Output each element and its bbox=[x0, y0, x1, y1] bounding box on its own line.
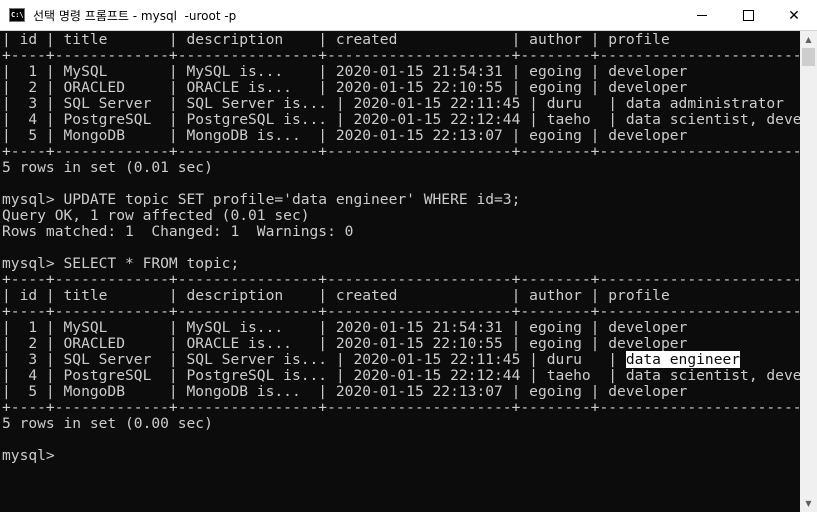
terminal-line: +----+-------------+----------------+---… bbox=[2, 143, 800, 160]
vertical-scrollbar[interactable]: ▲ ▼ bbox=[800, 31, 817, 512]
terminal-line: | 2 | ORACLED | ORACLE is... | 2020-01-1… bbox=[2, 79, 800, 96]
terminal-line: Rows matched: 1 Changed: 1 Warnings: 0 bbox=[2, 223, 354, 240]
terminal-line: | 1 | MySQL | MySQL is... | 2020-01-15 2… bbox=[2, 63, 800, 80]
terminal-line: | 3 | SQL Server | SQL Server is... | 20… bbox=[2, 95, 800, 112]
terminal-line: 5 rows in set (0.01 sec) bbox=[2, 159, 213, 176]
row-prefix: | 3 | SQL Server | SQL Server is... | 20… bbox=[2, 351, 626, 368]
minimize-button[interactable] bbox=[679, 0, 725, 31]
maximize-button[interactable] bbox=[725, 0, 771, 31]
window-title: 선택 명령 프롬프트 - mysql -uroot -p bbox=[33, 9, 237, 23]
terminal-line: +----+-------------+----------------+---… bbox=[2, 47, 800, 64]
title-bar[interactable]: C:\ 선택 명령 프롬프트 - mysql -uroot -p ✕ bbox=[0, 0, 817, 31]
maximize-icon bbox=[742, 10, 754, 21]
terminal-line: +----+-------------+----------------+---… bbox=[2, 399, 800, 416]
terminal-line: | 1 | MySQL | MySQL is... | 2020-01-15 2… bbox=[2, 319, 800, 336]
terminal-line: +----+-------------+----------------+---… bbox=[2, 271, 800, 288]
scroll-down-icon[interactable]: ▼ bbox=[800, 495, 817, 512]
terminal-line: mysql> UPDATE topic SET profile='data en… bbox=[2, 191, 521, 208]
close-button[interactable]: ✕ bbox=[771, 0, 817, 31]
minimize-icon bbox=[697, 15, 707, 16]
terminal-line: mysql> SELECT * FROM topic; bbox=[2, 255, 240, 272]
terminal-line: | id | title | description | created | a… bbox=[2, 31, 800, 48]
terminal-line: +----+-------------+----------------+---… bbox=[2, 303, 800, 320]
terminal-line: | 4 | PostgreSQL | PostgreSQL is... | 20… bbox=[2, 367, 800, 384]
scrollbar-thumb[interactable] bbox=[802, 48, 815, 66]
terminal-line: | 5 | MongoDB | MongoDB is... | 2020-01-… bbox=[2, 127, 800, 144]
selected-text[interactable]: data engineer bbox=[625, 351, 741, 368]
console-app-icon: C:\ bbox=[9, 8, 25, 22]
terminal-line: Query OK, 1 row affected (0.01 sec) bbox=[2, 207, 310, 224]
terminal-output[interactable]: | id | title | description | created | a… bbox=[0, 31, 800, 512]
terminal-line: | id | title | description | created | a… bbox=[2, 287, 800, 304]
terminal-line: | 4 | PostgreSQL | PostgreSQL is... | 20… bbox=[2, 111, 800, 128]
terminal-line: | 5 | MongoDB | MongoDB is... | 2020-01-… bbox=[2, 383, 800, 400]
terminal-line: | 2 | ORACLED | ORACLE is... | 2020-01-1… bbox=[2, 335, 800, 352]
terminal-prompt[interactable]: mysql> bbox=[2, 448, 55, 464]
close-icon: ✕ bbox=[788, 7, 800, 24]
scroll-up-icon[interactable]: ▲ bbox=[800, 31, 817, 48]
terminal-line-highlighted: | 3 | SQL Server | SQL Server is... | 20… bbox=[2, 351, 800, 368]
terminal-line: 5 rows in set (0.00 sec) bbox=[2, 415, 213, 432]
row-suffix: | bbox=[740, 351, 800, 368]
